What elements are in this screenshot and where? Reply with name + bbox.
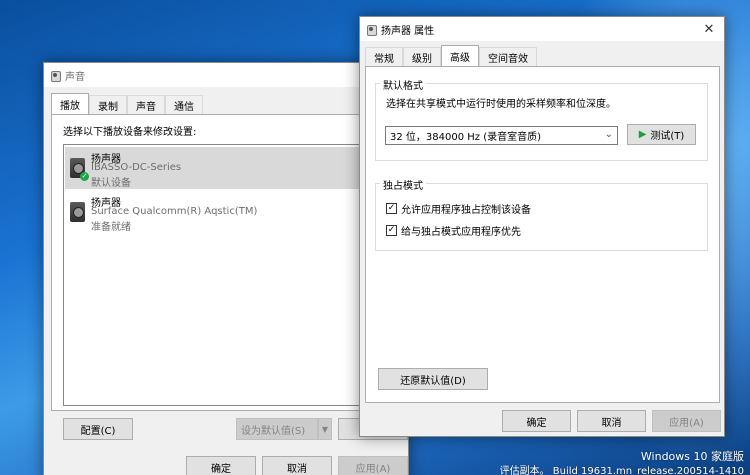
sound-window-titlebar[interactable]: 声音 [44,63,408,87]
sound-window-title: 声音 [65,71,85,83]
test-button[interactable]: ▶ 测试(T) [627,124,696,145]
checkbox-checked-icon: ✓ [386,203,397,214]
playback-panel: 选择以下播放设备来修改设置: ✓ 扬声器 IBASSO-DC-Series 默认… [51,114,403,411]
allow-exclusive-checkbox[interactable]: ✓ 允许应用程序独占控制该设备 [386,201,531,216]
set-default-dropdown[interactable]: ▼ [318,418,332,440]
sound-window-client: 播放 录制 声音 通信 选择以下播放设备来修改设置: ✓ 扬声器 IBASSO-… [44,87,408,475]
sample-format-select[interactable]: 32 位，384000 Hz (录音室音质) ⌄ [385,126,618,145]
device-status: 准备就绪 [91,222,131,233]
speaker-properties-window: 扬声器 属性 ✕ 常规 级别 高级 空间音效 默认格式 选择在共享模式中运行时使… [359,16,725,437]
device-detail: Surface Qualcomm(R) Aqstic(TM) [91,206,258,217]
allow-exclusive-label: 允许应用程序独占控制该设备 [401,205,531,216]
tab-communications[interactable]: 通信 [165,95,203,114]
restore-defaults-button[interactable]: 还原默认值(D) [378,368,488,390]
exclusive-priority-label: 给与独占模式应用程序优先 [401,227,521,238]
props-tabs: 常规 级别 高级 空间音效 [365,45,537,66]
set-default-button[interactable]: 设为默认值(S) [236,418,318,440]
sound-window: 声音 播放 录制 声音 通信 选择以下播放设备来修改设置: ✓ 扬声器 IBAS… [43,62,409,475]
configure-button[interactable]: 配置(C) [63,418,133,440]
tab-sounds[interactable]: 声音 [127,95,165,114]
set-default-label: 设为默认值(S) [241,425,306,437]
tab-playback[interactable]: 播放 [51,93,89,114]
checkbox-checked-icon: ✓ [386,225,397,236]
device-detail: IBASSO-DC-Series [91,162,182,173]
chevron-down-icon: ▼ [321,424,329,434]
props-apply-button[interactable]: 应用(A) [652,410,721,432]
test-button-label: 测试(T) [650,131,685,142]
play-icon: ▶ [638,129,647,140]
device-status: 默认设备 [91,178,131,189]
default-format-group: 默认格式 选择在共享模式中运行时使用的采样频率和位深度。 32 位，384000… [375,77,708,161]
chevron-down-icon: ⌄ [604,129,613,140]
device-row[interactable]: ✓ 扬声器 IBASSO-DC-Series 默认设备 [65,147,369,189]
props-window-title: 扬声器 属性 [381,25,435,37]
props-cancel-button[interactable]: 取消 [577,410,646,432]
default-check-icon: ✓ [80,172,89,181]
device-row[interactable]: 扬声器 Surface Qualcomm(R) Aqstic(TM) 准备就绪 [65,191,369,233]
default-format-description: 选择在共享模式中运行时使用的采样频率和位深度。 [386,99,616,110]
tab-general[interactable]: 常规 [365,47,403,66]
tab-recording[interactable]: 录制 [89,95,127,114]
sample-format-value: 32 位，384000 Hz (录音室音质) [390,132,542,143]
speaker-icon [50,70,61,82]
default-format-title: 默认格式 [380,77,426,92]
sound-tabs: 播放 录制 声音 通信 [51,93,203,114]
props-ok-button[interactable]: 确定 [502,410,571,432]
speaker-icon [366,24,377,36]
speaker-device-icon [70,202,85,222]
device-list: ✓ 扬声器 IBASSO-DC-Series 默认设备 扬声器 Surface … [63,144,371,406]
sound-cancel-button[interactable]: 取消 [262,456,332,475]
sound-apply-button[interactable]: 应用(A) [338,456,408,475]
exclusive-priority-checkbox[interactable]: ✓ 给与独占模式应用程序优先 [386,223,521,238]
exclusive-mode-group: 独占模式 ✓ 允许应用程序独占控制该设备 ✓ 给与独占模式应用程序优先 [375,177,708,251]
exclusive-mode-title: 独占模式 [380,177,426,192]
advanced-panel: 默认格式 选择在共享模式中运行时使用的采样频率和位深度。 32 位，384000… [365,66,720,403]
tab-levels[interactable]: 级别 [403,47,441,66]
close-icon[interactable]: ✕ [694,17,724,41]
playback-instruction: 选择以下播放设备来修改设置: [63,127,197,138]
sound-ok-button[interactable]: 确定 [186,456,256,475]
tab-advanced[interactable]: 高级 [441,45,479,66]
props-window-titlebar[interactable]: 扬声器 属性 ✕ [360,17,724,41]
props-window-client: 常规 级别 高级 空间音效 默认格式 选择在共享模式中运行时使用的采样频率和位深… [360,41,724,436]
tab-spatial-sound[interactable]: 空间音效 [479,47,537,66]
build-watermark: 评估副本。 Build 19631.mn_release.200514-1410 [499,466,744,475]
